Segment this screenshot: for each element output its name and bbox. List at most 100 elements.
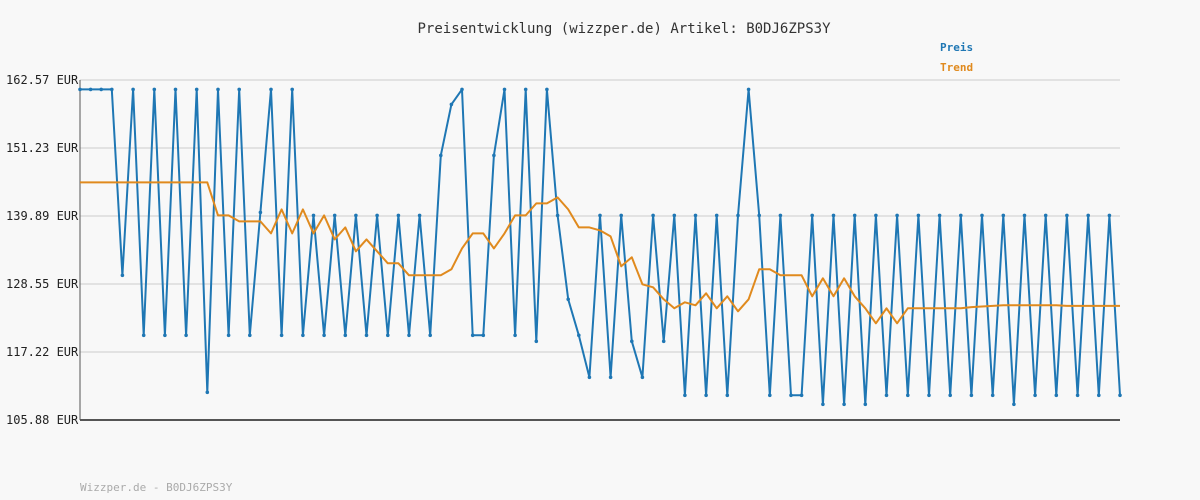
data-point [152,87,157,92]
data-point [354,213,358,218]
data-point [1033,393,1037,398]
y-tick-label: 117.22 EUR [6,345,79,359]
data-point [364,333,369,338]
footer-text: Wizzper.de - B0DJ6ZPS3Y [80,481,233,494]
data-point [577,333,581,338]
data-point [672,213,677,218]
data-point [778,213,783,218]
data-point [332,213,337,218]
data-point [226,333,231,338]
data-point [1022,213,1027,218]
data-point [725,393,730,398]
data-point [906,393,910,398]
data-point [173,87,178,92]
legend-item-trend: Trend [940,61,973,74]
data-point [513,333,517,338]
data-point [311,213,316,218]
y-tick-label: 105.88 EUR [6,413,79,427]
data-point [78,87,82,92]
data-point [88,87,93,92]
data-point [863,402,868,407]
data-point [375,213,379,218]
data-point [821,402,825,407]
data-point [1075,393,1080,398]
data-point [110,87,114,92]
data-point [269,87,273,92]
data-point [937,213,942,218]
data-point [640,375,645,380]
data-point [1086,213,1090,218]
data-point [959,213,963,218]
data-point [598,213,602,218]
data-point [916,213,921,218]
data-point [736,213,740,218]
data-point [216,87,220,92]
data-point [141,333,146,338]
data-point [1097,393,1101,398]
data-point [407,333,411,338]
data-point [768,393,772,398]
data-point [248,333,252,338]
data-point [555,213,560,218]
price-chart: Preisentwicklung (wizzper.de) Artikel: B… [0,0,1200,500]
data-point [810,213,814,218]
data-point [757,213,761,218]
data-point [566,297,570,302]
data-point [789,393,793,398]
data-point [1107,213,1112,218]
data-point [799,393,804,398]
data-point [831,213,836,218]
data-point [290,87,295,92]
data-point [704,393,708,398]
data-point [396,213,401,218]
data-point [948,393,952,398]
data-point [301,333,305,338]
data-point [895,213,899,218]
data-point [969,393,974,398]
data-point [460,87,464,92]
data-point [470,333,475,338]
data-point [449,102,454,107]
data-point [661,339,666,344]
data-point [980,213,984,218]
data-point [1001,213,1006,218]
data-point [1118,393,1122,398]
data-point [1054,393,1059,398]
data-point [322,333,326,338]
data-point [417,213,422,218]
data-point [279,333,284,338]
data-point [534,339,539,344]
data-point [630,339,634,344]
data-point [523,87,528,92]
data-point [714,213,719,218]
data-point [608,375,613,380]
y-tick-label: 162.57 EUR [6,73,79,87]
data-point [386,333,390,338]
data-point [927,393,931,398]
data-point [1065,213,1069,218]
y-tick-label: 139.89 EUR [6,209,79,223]
data-point [990,393,995,398]
data-point [131,87,135,92]
data-point [99,87,103,92]
legend-item-preis: Preis [940,41,973,54]
data-point [874,213,878,218]
y-tick-label: 128.55 EUR [6,277,79,291]
y-tick-label: 151.23 EUR [6,141,79,155]
data-point [205,390,210,395]
data-point [163,333,167,338]
data-point [693,213,698,218]
data-point [1012,402,1016,407]
data-point [237,87,241,92]
data-point [852,213,857,218]
data-point [651,213,655,218]
data-point [481,333,486,338]
chart-title: Preisentwicklung (wizzper.de) Artikel: B… [417,21,831,37]
data-point [343,333,348,338]
chart-background [0,0,1200,500]
data-point [683,393,687,398]
data-point [587,375,592,380]
data-point [842,402,846,407]
data-point [746,87,751,92]
data-point [194,87,199,92]
